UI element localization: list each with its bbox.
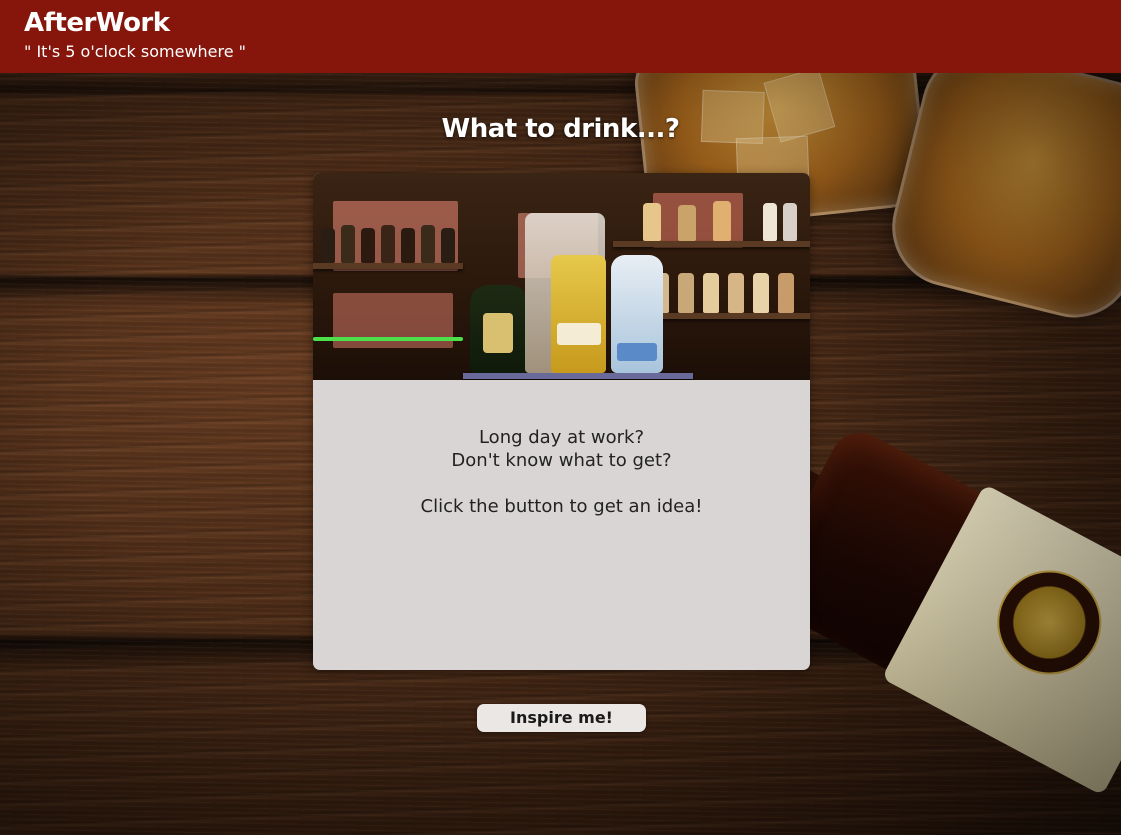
suggestion-card: Long day at work? Don't know what to get… xyxy=(313,173,810,670)
tagline: " It's 5 o'clock somewhere " xyxy=(24,42,247,61)
bar-shelf-image xyxy=(313,173,810,380)
page-title: What to drink...? xyxy=(441,114,680,144)
card-line: Long day at work? xyxy=(478,427,645,448)
site-header: AfterWork " It's 5 o'clock somewhere " xyxy=(0,0,1121,73)
card-line: Don't know what to get? xyxy=(451,450,672,471)
card-line: Click the button to get an idea! xyxy=(420,496,703,517)
brand-logo-text[interactable]: AfterWork xyxy=(24,8,170,38)
inspire-me-button[interactable]: Inspire me! xyxy=(477,704,646,732)
card-message: Long day at work? Don't know what to get… xyxy=(313,426,810,518)
